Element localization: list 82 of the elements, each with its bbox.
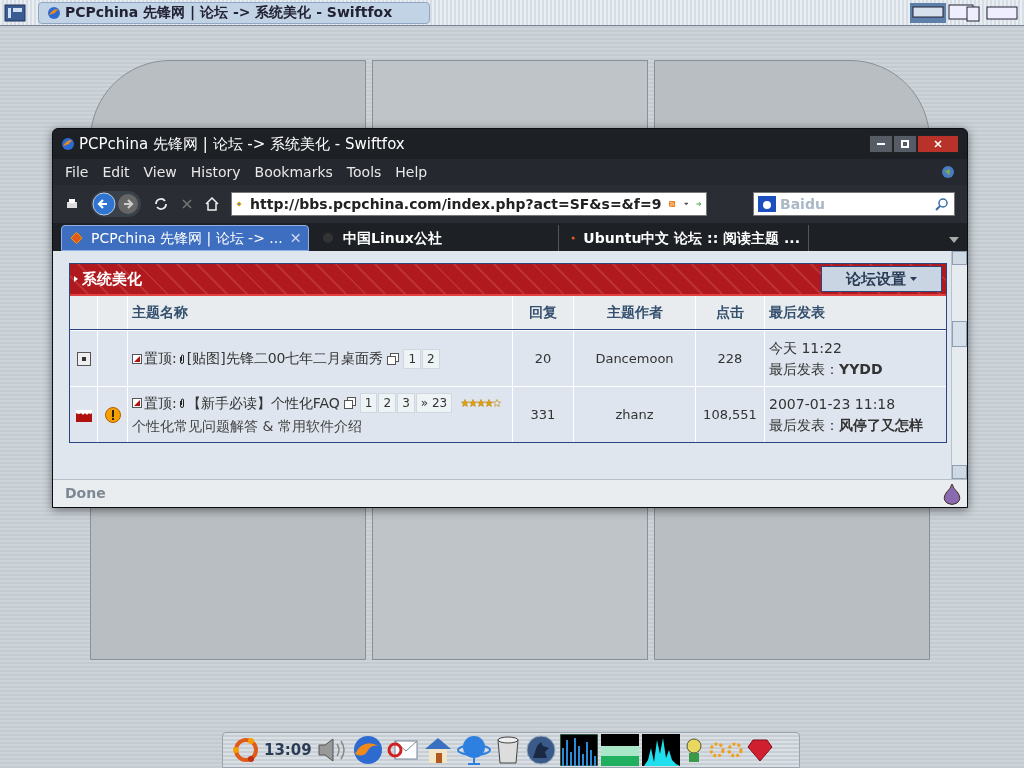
author-link[interactable]: Dancemoon <box>595 348 674 369</box>
site-icon <box>70 231 83 245</box>
page-link[interactable]: 1 <box>359 393 378 413</box>
reload-icon[interactable] <box>153 196 169 212</box>
menu-item[interactable]: Tools <box>346 161 382 183</box>
pages-icon <box>343 397 356 409</box>
topic-title[interactable]: 置顶: <box>144 348 177 369</box>
reply-count: 20 <box>534 349 552 368</box>
browser-icon <box>61 137 75 151</box>
page-link[interactable]: » 23 <box>415 393 453 413</box>
home-icon[interactable] <box>205 197 219 211</box>
minimize-button[interactable] <box>869 135 893 153</box>
browser-icon <box>47 5 61 20</box>
search-icon[interactable] <box>934 196 950 212</box>
scrollbar[interactable] <box>951 251 967 479</box>
tab-list-icon[interactable] <box>949 237 959 243</box>
view-count: 228 <box>717 349 743 368</box>
column-header: 主题名称 <box>132 303 188 322</box>
warning-icon <box>104 406 121 423</box>
workspace-icon[interactable] <box>947 2 983 23</box>
window-title: PCPchina 先锋网 | 论坛 -> 系统美化 - Swiftfox <box>79 133 405 155</box>
cpu-graph-icon <box>559 734 598 766</box>
menu-item[interactable]: File <box>65 161 89 183</box>
close-icon[interactable] <box>290 233 300 243</box>
browser-tab[interactable]: PCPchina 先锋网 | 论坛 -> ... <box>61 225 309 251</box>
hot-topic-icon <box>75 407 92 422</box>
workspace-icon[interactable] <box>910 2 946 23</box>
paperclip-icon <box>178 353 185 364</box>
clock: 13:09 <box>264 739 312 761</box>
caret-icon[interactable] <box>683 201 688 207</box>
status-text: Done <box>65 484 106 503</box>
topic-title[interactable]: 【新手必读】个性化FAQ <box>186 392 340 414</box>
address-field[interactable]: http://bbs.pcpchina.com/index.php?act=SF&s=&f=9 <box>231 192 707 216</box>
globe-icon <box>941 165 955 179</box>
maximize-button[interactable] <box>893 135 917 153</box>
author-link[interactable]: zhanz <box>615 404 654 425</box>
pages-icon <box>387 352 400 365</box>
bullet-icon <box>74 276 78 282</box>
print-icon[interactable] <box>65 197 79 211</box>
reply-count: 331 <box>530 405 556 424</box>
globe-icon[interactable] <box>456 734 491 766</box>
taskbar-window-button[interactable]: PCPchina 先锋网 | 论坛 -> 系统美化 - Swiftfox <box>38 1 430 24</box>
column-header: 主题作者 <box>606 303 663 322</box>
column-header: 回复 <box>529 303 557 322</box>
menu-item[interactable]: History <box>190 161 241 183</box>
menu-item[interactable]: Bookmarks <box>254 161 333 183</box>
pin-icon <box>132 353 142 364</box>
ring-logo-icon[interactable] <box>231 735 261 765</box>
last-post-author[interactable]: 风停了又怎样 <box>839 414 923 436</box>
last-post-label: 最后发表： <box>769 359 839 379</box>
column-header: 点击 <box>716 303 744 322</box>
paperclip-icon <box>178 398 185 408</box>
topic-description: 个性化常见问题解答 & 常用软件介绍 <box>132 416 363 436</box>
back-forward-buttons[interactable] <box>91 191 141 217</box>
last-post-time: 2007-01-23 11:18 <box>769 394 897 414</box>
page-link[interactable]: 1 <box>403 348 422 369</box>
topic-status-icon <box>76 351 91 366</box>
memory-graph-icon <box>600 734 639 766</box>
section-title: 系统美化 <box>82 268 142 290</box>
browser-icon[interactable] <box>351 734 384 766</box>
network-graph-icon <box>641 734 680 766</box>
stop-icon[interactable] <box>181 198 193 210</box>
page-link[interactable]: 2 <box>378 393 397 413</box>
menu-item[interactable]: Help <box>395 161 428 183</box>
forum-settings-button[interactable]: 论坛设置 <box>821 266 942 292</box>
close-button[interactable] <box>917 135 959 153</box>
gem-icon[interactable] <box>746 737 773 763</box>
page-link[interactable]: 3 <box>397 393 415 413</box>
column-header: 最后发表 <box>769 303 825 322</box>
close-icon <box>934 140 942 148</box>
last-post-author[interactable]: YYDD <box>839 358 883 380</box>
menu-item[interactable]: Edit <box>102 161 130 183</box>
menu-item[interactable]: View <box>143 161 177 183</box>
last-post-label: 最后发表： <box>769 415 839 435</box>
caret-icon <box>910 277 917 281</box>
pin-icon <box>132 398 142 408</box>
last-post-time: 今天 11:22 <box>769 338 843 358</box>
topic-title[interactable]: 置顶: <box>144 392 177 414</box>
menu-icon[interactable] <box>4 2 26 23</box>
page-link[interactable]: 2 <box>422 348 440 369</box>
topic-title[interactable]: [贴图]先锋二00七年二月桌面秀 <box>186 348 384 369</box>
view-count: 108,551 <box>703 405 757 424</box>
